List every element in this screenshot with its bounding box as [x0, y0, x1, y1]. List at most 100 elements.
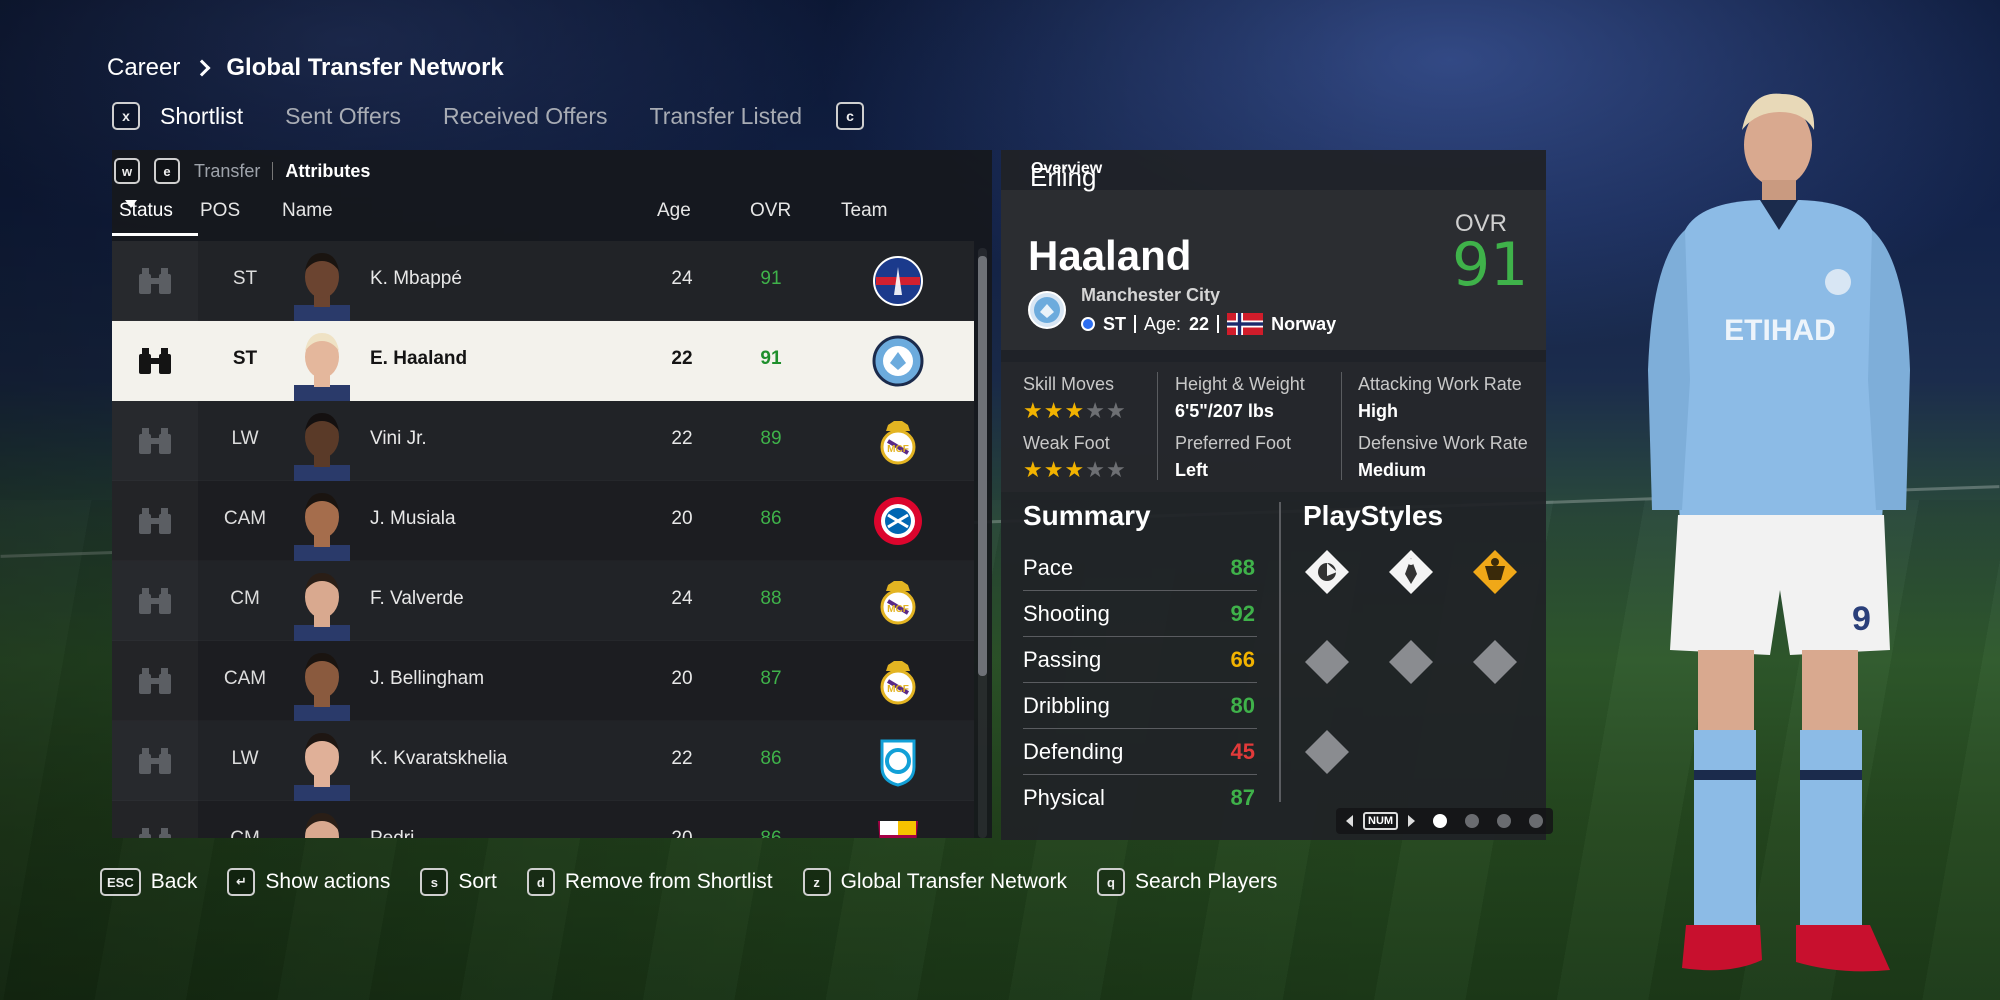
status-cell[interactable]	[112, 401, 198, 481]
action-sort[interactable]: s Sort	[420, 868, 497, 896]
bruiser-icon[interactable]	[1471, 548, 1519, 596]
tab-prev-key[interactable]: x	[112, 102, 140, 130]
binoculars-icon[interactable]	[136, 666, 174, 696]
pager-prev-icon[interactable]	[1346, 815, 1353, 827]
subtab-next-key[interactable]: e	[154, 158, 180, 184]
pager-dot[interactable]	[1497, 814, 1512, 828]
status-cell[interactable]	[112, 321, 198, 401]
acrobatic-icon[interactable]	[1387, 548, 1435, 596]
table-row[interactable]: CAM J. Musiala 20 86	[112, 481, 974, 561]
pager-dot[interactable]	[1529, 814, 1544, 828]
column-team[interactable]: Team	[841, 200, 887, 222]
power-shot-icon[interactable]	[1303, 548, 1351, 596]
binoculars-icon[interactable]	[136, 426, 174, 456]
skill-moves-stars: ★★★★★	[1023, 398, 1127, 433]
status-cell[interactable]	[112, 721, 198, 801]
height-weight-value: 6'5"/207 lbs	[1175, 401, 1274, 421]
breadcrumb-parent[interactable]: Career	[107, 54, 180, 82]
weak-foot-label: Weak Foot	[1023, 433, 1110, 453]
player-nation: Norway	[1271, 313, 1337, 334]
table-row[interactable]: ST K. Mbappé 24 91	[112, 241, 974, 321]
column-ovr[interactable]: OVR	[750, 200, 791, 222]
action-search-players[interactable]: q Search Players	[1097, 868, 1277, 896]
player-portrait	[294, 413, 350, 481]
player-model: ETIHAD 9	[1648, 93, 1910, 972]
playstyle-empty-slot[interactable]	[1471, 638, 1519, 686]
scrollbar-thumb[interactable]	[978, 256, 987, 676]
pager-next-icon[interactable]	[1408, 815, 1416, 827]
attacking-wr-value: High	[1358, 401, 1398, 421]
pager-dot[interactable]	[1465, 814, 1480, 828]
stat-label: Shooting	[1023, 601, 1110, 626]
row-age: 24	[671, 268, 693, 289]
tab-sent-offers[interactable]: Sent Offers	[285, 103, 401, 130]
action-key[interactable]: q	[1097, 868, 1125, 896]
playstyle-empty-slot[interactable]	[1303, 728, 1351, 776]
stat-label: Pace	[1023, 555, 1074, 580]
status-cell[interactable]	[112, 801, 198, 838]
action-show-actions[interactable]: ↵ Show actions	[227, 868, 390, 896]
column-name[interactable]: Name	[282, 200, 333, 222]
table-row[interactable]: CAM J. Bellingham 20 87 MCF	[112, 641, 974, 721]
pager-dot[interactable]	[1433, 814, 1448, 828]
tab-transfer-listed[interactable]: Transfer Listed	[650, 103, 803, 130]
svg-text:MCF: MCF	[887, 444, 909, 455]
player-age: 22	[1189, 313, 1210, 334]
binoculars-icon[interactable]	[136, 346, 174, 376]
row-team-crest	[872, 335, 924, 387]
action-key[interactable]: ↵	[227, 868, 256, 896]
overview-pager: NUM	[1336, 808, 1554, 834]
action-label[interactable]: Back	[151, 870, 198, 894]
meta-divider	[1217, 315, 1220, 333]
action-key[interactable]: s	[420, 868, 449, 896]
binoculars-icon[interactable]	[136, 826, 174, 838]
tab-shortlist[interactable]: Shortlist	[160, 103, 243, 130]
action-label[interactable]: Global Transfer Network	[841, 870, 1067, 894]
action-back[interactable]: ESC Back	[100, 868, 197, 896]
action-label[interactable]: Show actions	[265, 870, 390, 894]
stat-label: Passing	[1023, 647, 1102, 672]
table-row[interactable]: LW Vini Jr. 22 89 MCF	[112, 401, 974, 481]
row-portrait	[290, 247, 354, 321]
table-row[interactable]: ST E. Haaland 22 91	[112, 321, 974, 401]
status-cell[interactable]	[112, 561, 198, 641]
row-team-crest: MCF	[872, 575, 924, 627]
age-label: Age:	[1144, 313, 1182, 334]
binoculars-icon[interactable]	[136, 586, 174, 616]
subtab-transfer[interactable]: Transfer	[194, 161, 260, 182]
player-first-name: Erling	[1030, 162, 1097, 192]
table-row[interactable]: CM F. Valverde 24 88 MCF	[112, 561, 974, 641]
action-label[interactable]: Search Players	[1135, 870, 1277, 894]
player-portrait	[294, 493, 350, 561]
table-row[interactable]: LW K. Kvaratskhelia 22 86	[112, 721, 974, 801]
action-key[interactable]: z	[802, 868, 831, 896]
binoculars-icon[interactable]	[136, 506, 174, 536]
status-cell[interactable]	[112, 241, 198, 321]
table-row[interactable]: CM Pedri 20 86	[112, 801, 974, 838]
binoculars-icon[interactable]	[136, 266, 174, 296]
list-scrollbar[interactable]	[978, 248, 987, 838]
playstyle-empty-slot[interactable]	[1387, 638, 1435, 686]
row-portrait	[290, 647, 354, 721]
napoli-crest-icon	[880, 739, 916, 787]
action-key[interactable]: ESC	[100, 868, 141, 896]
tab-received-offers[interactable]: Received Offers	[443, 103, 607, 130]
subtab-prev-key[interactable]: w	[114, 158, 140, 184]
column-pos[interactable]: POS	[200, 200, 240, 222]
subtab-attributes[interactable]: Attributes	[285, 161, 370, 182]
column-age[interactable]: Age	[657, 200, 691, 222]
status-cell[interactable]	[112, 481, 198, 561]
playstyle-empty-slot[interactable]	[1303, 638, 1351, 686]
action-label[interactable]: Sort	[458, 870, 497, 894]
action-key[interactable]: d	[526, 868, 555, 896]
binoculars-icon[interactable]	[136, 746, 174, 776]
action-remove-from-shortlist[interactable]: d Remove from Shortlist	[526, 868, 773, 896]
status-cell[interactable]	[112, 641, 198, 721]
action-global-transfer-network[interactable]: z Global Transfer Network	[802, 868, 1067, 896]
tab-next-key[interactable]: c	[836, 102, 865, 130]
stat-label: Defending	[1023, 739, 1124, 764]
stat-value: 45	[1230, 739, 1255, 764]
pager-key[interactable]: NUM	[1363, 812, 1399, 830]
row-team-crest	[872, 255, 924, 307]
action-label[interactable]: Remove from Shortlist	[565, 870, 773, 894]
